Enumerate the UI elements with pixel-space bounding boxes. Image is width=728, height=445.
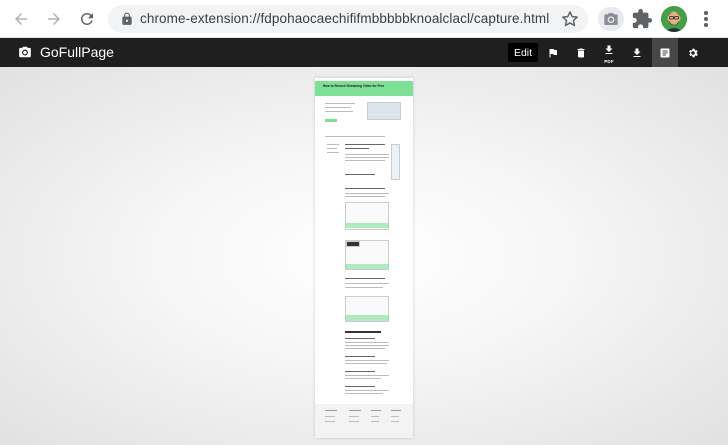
preview-sidebar-ad	[391, 144, 400, 180]
profile-avatar[interactable]	[661, 6, 687, 32]
document-icon	[660, 48, 670, 57]
forward-button[interactable]	[42, 7, 66, 31]
screenshot-preview[interactable]: How to Record Streaming Video for Free	[315, 78, 413, 438]
download-button[interactable]	[624, 38, 650, 67]
download-icon	[633, 48, 641, 57]
url-text[interactable]: chrome-extension://fdpohaocaechififmbbbb…	[140, 11, 549, 26]
trash-icon	[577, 48, 585, 57]
gear-icon	[689, 48, 698, 57]
camera-icon	[19, 46, 31, 58]
puzzle-icon[interactable]	[631, 8, 653, 30]
gofullpage-extension-button[interactable]	[598, 7, 624, 31]
arrow-right-icon	[48, 13, 60, 25]
avatar-icon	[661, 6, 687, 32]
download-pdf-icon	[605, 45, 613, 54]
star-icon[interactable]	[560, 9, 580, 29]
browser-toolbar: chrome-extension://fdpohaocaechififmbbbb…	[0, 0, 728, 38]
app-title: GoFullPage	[40, 44, 114, 60]
camera-icon	[604, 13, 618, 25]
edit-button[interactable]: Edit	[508, 43, 538, 62]
reload-button[interactable]	[75, 7, 99, 31]
document-button[interactable]	[652, 38, 678, 67]
preview-image	[367, 102, 401, 120]
app-header: GoFullPage Edit PDF	[0, 38, 728, 67]
download-pdf-button[interactable]: PDF	[596, 38, 622, 67]
flag-icon	[549, 48, 557, 57]
flag-button[interactable]	[540, 38, 566, 67]
settings-button[interactable]	[680, 38, 706, 67]
preview-footer	[315, 404, 413, 438]
reload-icon	[80, 12, 93, 25]
capture-canvas: How to Record Streaming Video for Free	[0, 67, 728, 445]
delete-button[interactable]	[568, 38, 594, 67]
preview-header: How to Record Streaming Video for Free	[315, 78, 413, 96]
back-button[interactable]	[9, 7, 33, 31]
address-bar[interactable]: chrome-extension://fdpohaocaechififmbbbb…	[108, 5, 588, 33]
pdf-label: PDF	[604, 59, 614, 64]
kebab-icon[interactable]	[700, 8, 712, 30]
arrow-left-icon	[15, 13, 27, 25]
lock-icon[interactable]	[120, 12, 134, 26]
preview-page-title: How to Record Streaming Video for Free	[323, 84, 385, 88]
